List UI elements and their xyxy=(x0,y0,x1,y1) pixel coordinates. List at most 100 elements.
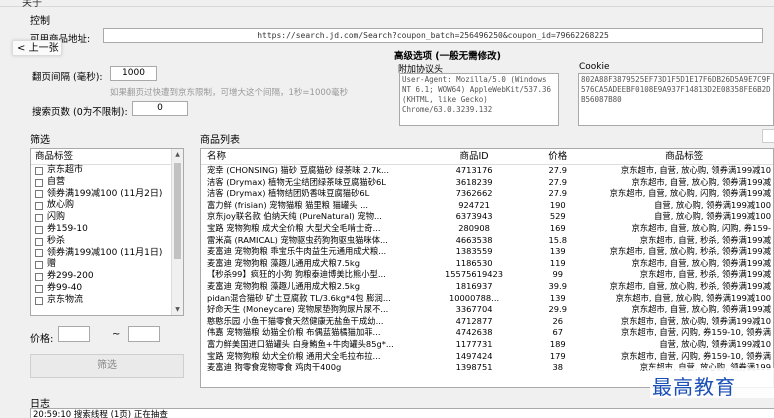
checkbox-icon[interactable] xyxy=(35,202,43,211)
cell-tags: 京东超市, 自营, 秒杀, 领券满199减 xyxy=(639,269,771,280)
checkbox-icon[interactable] xyxy=(35,284,43,293)
table-row[interactable]: 好命天生 (Moneycare) 宠物尿垫狗狗尿片尿不... 3367704 29.… xyxy=(201,304,773,316)
cell-name: 宝路 宠物狗粮 幼犬全价粮 通用犬全毛拉布拉... xyxy=(207,350,381,361)
cookie-textarea[interactable]: 802A88F3879525EF73D1F5D1E17F6DB26D5A9E7C… xyxy=(578,73,774,126)
table-row[interactable]: 洁客 (Drymax) 植物无尘结团绿茶味豆腐猫砂6L 3618239 27.9 京东… xyxy=(201,177,773,189)
scroll-up-icon[interactable]: ▲ xyxy=(172,149,183,160)
tag-filter-item[interactable]: 赠 xyxy=(31,259,183,271)
price-max-input[interactable] xyxy=(128,326,160,342)
cell-price: 139 xyxy=(549,246,566,257)
checkbox-icon[interactable] xyxy=(35,237,43,246)
column-header-name[interactable]: 名称 xyxy=(201,149,430,164)
filter-button[interactable]: 筛选 xyxy=(30,354,184,378)
cell-id: 1186530 xyxy=(455,257,493,268)
pages-label: 搜索页数 (0为不限制): xyxy=(32,107,128,118)
tag-filter-item[interactable]: 券99-40 xyxy=(31,283,183,295)
tag-filter-item[interactable]: 京东超市 xyxy=(31,165,183,177)
cell-tags: 京东超市, 自营, 放心购, 闪购, 领券满199减 xyxy=(609,188,771,199)
tag-filter-item[interactable]: 券299-200 xyxy=(31,271,183,283)
cell-price: 189 xyxy=(549,338,566,349)
cell-name: 憨憨乐园 小鱼干猫零食天然健康无盐鱼干成幼... xyxy=(207,315,384,326)
cell-name: 麦富迪 宠物狗粮 藻趣儿通用成犬粮2.5kg xyxy=(207,280,360,291)
cell-id: 4712877 xyxy=(455,315,493,326)
table-row[interactable]: 富力鲜 (frisian) 宠物猫粮 猫里粮 猫罐头 ... 924721 190 自… xyxy=(201,200,773,212)
tag-filter-item[interactable]: 自营 xyxy=(31,177,183,189)
cell-name: 宝路 宠物狗粮 成犬全价粮 大型犬全毛啃士奇... xyxy=(207,222,381,233)
table-row[interactable]: 麦富迪 宠物狗粮 藻趣儿通用成犬粮7.5kg 1186530 119 京东超市, 自营… xyxy=(201,258,773,270)
interval-hint: 如果翻页过快遭到京东限制，可增大这个间隔，1秒=1000毫秒 xyxy=(110,88,349,98)
checkbox-icon[interactable] xyxy=(35,225,43,234)
url-input[interactable]: https://search.jd.com/Search?coupon_batc… xyxy=(103,28,763,43)
table-row[interactable]: 宝路 宠物狗粮 幼犬全价粮 通用犬全毛拉布拉... 1497424 179 京东超市,… xyxy=(201,351,773,363)
table-row[interactable]: 【秒杀99】疯狂的小狗 狗粮泰迪博美比熊小型... 15575619423 99 京东… xyxy=(201,269,773,281)
tag-filter-list[interactable]: 商品标签 京东超市 自营 领券满199减100 (11月2日) 放心购 闪购 券159-1… xyxy=(30,148,184,316)
table-row[interactable]: 伟嘉 宠物猫粮 幼猫全价粮 布偶蓝猫橘猫加菲... 4742638 67 京东超市, … xyxy=(201,327,773,339)
cell-name: 洁客 (Drymax) 植物无尘结团绿茶味豆腐猫砂6L xyxy=(207,176,386,187)
table-row[interactable]: 憨憨乐园 小鱼干猫零食天然健康无盐鱼干成幼... 4712877 26 京东超市, 自… xyxy=(201,316,773,328)
checkbox-icon[interactable] xyxy=(35,296,43,305)
cell-price: 139 xyxy=(549,292,566,303)
price-label: 价格: xyxy=(30,334,54,345)
tag-filter-item[interactable]: 闪购 xyxy=(31,212,183,224)
table-row[interactable]: pidan混合猫砂 矿土豆腐款 TL/3.6kg*4包 膨润... 1000078… xyxy=(201,293,773,305)
cell-name: 宠幸 (CHONSING) 猫砂 豆腐猫砂 绿茶味 2.7k... xyxy=(207,165,389,175)
cell-name: 京东joy联名款 伯纳天纯 (PureNatural) 宠物... xyxy=(207,211,382,222)
pages-input[interactable]: 0 xyxy=(132,101,188,116)
cell-id: 1398751 xyxy=(455,362,493,373)
cell-price: 179 xyxy=(549,350,566,361)
table-row[interactable]: 洁客 (Drymax) 植物结团奶香味豆腐猫砂6L 7362662 27.9 京东超市… xyxy=(201,188,773,200)
tag-filter-label: 京东物流 xyxy=(47,294,84,305)
tag-filter-label: 闪购 xyxy=(47,212,66,223)
table-row[interactable]: 雷米高 (RAMICAL) 宠物驱虫药狗狗驱虫猫咪体... 4663538 15.8… xyxy=(201,235,773,247)
table-row[interactable]: 宝路 宠物狗粮 成犬全价粮 大型犬全毛啃士奇... 280908 169 京东超市, … xyxy=(201,223,773,235)
cell-id: 4742638 xyxy=(455,327,493,338)
cell-name: 富力鲜美国进口猫罐头 白身鲔鱼+牛肉罐头85g*... xyxy=(207,338,394,349)
cell-id: 10000788... xyxy=(448,292,500,303)
checkbox-icon[interactable] xyxy=(35,178,43,187)
scroll-down-icon[interactable]: ▼ xyxy=(172,304,183,315)
checkbox-icon[interactable] xyxy=(35,166,43,175)
interval-input[interactable]: 1000 xyxy=(110,66,157,81)
log-output[interactable]: 20:59:10 搜索线程 (1页) 正在抽查 xyxy=(30,408,774,418)
control-group-title: 控制 xyxy=(30,16,50,27)
cell-name: 【秒杀99】疯狂的小狗 狗粮泰迪博美比熊小型... xyxy=(207,269,386,280)
scroll-thumb[interactable] xyxy=(174,163,181,259)
previous-button[interactable]: < 上一张 xyxy=(12,40,62,56)
table-row[interactable]: 京东joy联名款 伯纳天纯 (PureNatural) 宠物... 6373943… xyxy=(201,211,773,223)
table-row[interactable]: 麦富迪 宠物狗粮 乖宝乐牛肉益生元通用成犬粮... 1383559 139 京东超市,… xyxy=(201,246,773,258)
column-header-price[interactable]: 价格 xyxy=(518,149,598,164)
checkbox-icon[interactable] xyxy=(35,261,43,270)
table-row[interactable]: 富力鲜美国进口猫罐头 白身鲔鱼+牛肉罐头85g*... 1177731 189 自营,… xyxy=(201,339,773,351)
tag-filter-item[interactable]: 券159-10 xyxy=(31,224,183,236)
checkbox-icon[interactable] xyxy=(35,249,43,258)
tag-filter-label: 自营 xyxy=(47,176,66,187)
cell-name: 伟嘉 宠物猫粮 幼猫全价粮 布偶蓝猫橘猫加菲... xyxy=(207,327,381,338)
price-min-input[interactable] xyxy=(58,326,90,342)
cell-price: 99 xyxy=(552,269,564,280)
table-row[interactable]: 宠幸 (CHONSING) 猫砂 豆腐猫砂 绿茶味 2.7k... 4713176… xyxy=(201,165,773,177)
corner-button[interactable] xyxy=(762,129,774,143)
checkbox-icon[interactable] xyxy=(35,190,43,199)
table-row[interactable]: 麦富迪 宠物狗粮 藻趣儿通用成犬粮2.5kg 1816937 39.9 京东超市, 自… xyxy=(201,281,773,293)
cell-price: 26 xyxy=(552,315,564,326)
tag-filter-label: 券159-10 xyxy=(47,223,88,234)
checkbox-icon[interactable] xyxy=(35,273,43,282)
tag-filter-item[interactable]: 领券满199减100 (11月2日) xyxy=(31,189,183,201)
cell-price: 39.9 xyxy=(548,280,567,291)
cell-price: 38 xyxy=(552,362,564,373)
tag-filter-item[interactable]: 秒杀 xyxy=(31,236,183,248)
tag-filter-item[interactable]: 京东物流 xyxy=(31,295,183,307)
advanced-options-title: 高级选项 (一般无需修改) xyxy=(394,51,501,62)
column-header-tags[interactable]: 商品标签 xyxy=(598,149,773,164)
product-table[interactable]: 名称 商品ID 价格 商品标签 宠幸 (CHONSING) 猫砂 豆腐猫砂 绿茶… xyxy=(200,148,774,388)
cell-tags: 京东超市, 自营, 放心购, 领券满199减 xyxy=(631,176,771,187)
cell-tags: 京东超市, 自营, 秒杀, 领券满199减 xyxy=(639,234,771,245)
checkbox-icon[interactable] xyxy=(35,214,43,223)
cell-name: 洁客 (Drymax) 植物结团奶香味豆腐猫砂6L xyxy=(207,188,370,199)
cell-name: 富力鲜 (frisian) 宠物猫粮 猫里粮 猫罐头 ... xyxy=(207,199,369,210)
tag-filter-item[interactable]: 放心购 xyxy=(31,200,183,212)
filter-scrollbar[interactable]: ▲ ▼ xyxy=(171,149,183,315)
column-header-id[interactable]: 商品ID xyxy=(430,149,518,164)
headers-textarea[interactable]: User-Agent: Mozilla/5.0 (Windows NT 6.1;… xyxy=(399,73,559,126)
tag-filter-item[interactable]: 领券满199减100 (11月1日) xyxy=(31,248,183,260)
